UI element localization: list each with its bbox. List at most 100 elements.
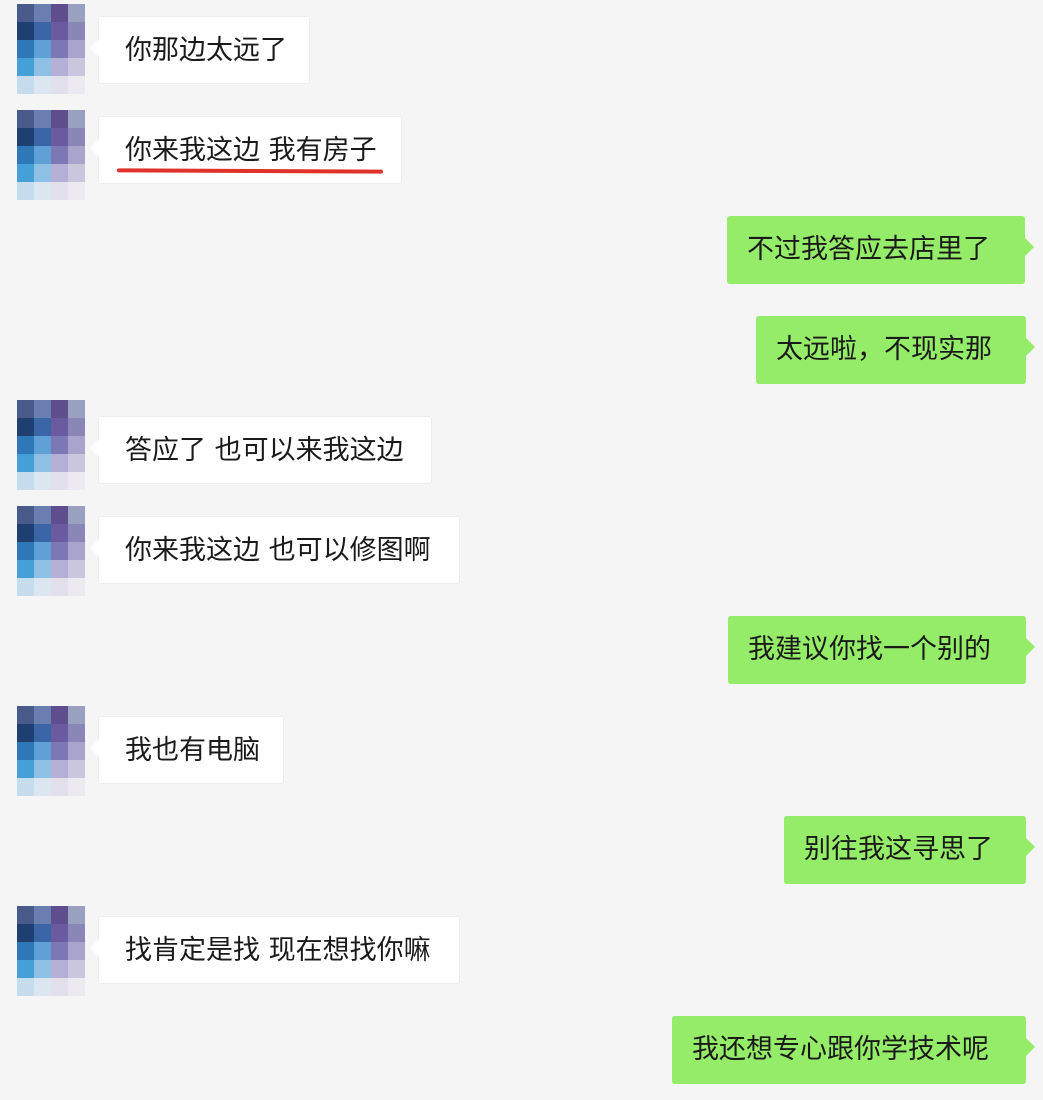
avatar-pixel xyxy=(51,924,68,942)
avatar-pixel xyxy=(51,40,68,58)
avatar-pixel xyxy=(68,182,85,200)
avatar-pixel xyxy=(68,76,85,94)
avatar-pixel xyxy=(51,436,68,454)
avatar-pixel xyxy=(51,942,68,960)
avatar-pixel xyxy=(17,58,34,76)
avatar-pixel xyxy=(17,164,34,182)
avatar-pixel xyxy=(51,4,68,22)
message-text: 太远啦，不现实那 xyxy=(776,334,992,365)
avatar-pixel xyxy=(51,960,68,978)
avatar-pixel xyxy=(34,978,51,996)
contact-avatar[interactable] xyxy=(17,906,85,996)
message-text: 我也有电脑 xyxy=(125,735,260,766)
message-text: 你来我这边 也可以修图啊 xyxy=(125,535,431,566)
avatar-pixel xyxy=(17,924,34,942)
message-bubble-incoming[interactable]: 你来我这边 也可以修图啊 xyxy=(90,516,460,584)
avatar-pixel xyxy=(68,146,85,164)
avatar-pixel xyxy=(17,472,34,490)
contact-avatar[interactable] xyxy=(17,706,85,796)
avatar-pixel xyxy=(34,22,51,40)
avatar-pixel xyxy=(51,76,68,94)
avatar-pixel xyxy=(34,942,51,960)
avatar-pixel xyxy=(17,524,34,542)
avatar-pixel xyxy=(34,542,51,560)
avatar-pixel xyxy=(68,58,85,76)
avatar-pixel xyxy=(68,128,85,146)
avatar-pixel xyxy=(51,706,68,724)
avatar-pixel xyxy=(51,164,68,182)
avatar-pixel xyxy=(51,454,68,472)
message-text: 你来我这边 我有房子 xyxy=(125,135,377,166)
avatar-pixel xyxy=(68,906,85,924)
avatar-pixel xyxy=(34,506,51,524)
avatar-pixel xyxy=(17,942,34,960)
avatar-pixel xyxy=(51,146,68,164)
message-bubble-outgoing[interactable]: 不过我答应去店里了 xyxy=(727,216,1034,284)
message-bubble-outgoing[interactable]: 我还想专心跟你学技术呢 xyxy=(672,1016,1035,1084)
avatar-pixel xyxy=(34,400,51,418)
message-bubble-outgoing[interactable]: 太远啦，不现实那 xyxy=(756,316,1035,384)
avatar-pixel xyxy=(34,706,51,724)
avatar-pixel xyxy=(17,978,34,996)
message-bubble-outgoing[interactable]: 别往我这寻思了 xyxy=(784,816,1035,884)
avatar-pixel xyxy=(68,706,85,724)
avatar-pixel xyxy=(17,454,34,472)
contact-avatar[interactable] xyxy=(17,506,85,596)
avatar-pixel xyxy=(68,22,85,40)
message-bubble-outgoing[interactable]: 我建议你找一个别的 xyxy=(728,616,1035,684)
avatar-pixel xyxy=(17,418,34,436)
avatar-pixel xyxy=(34,760,51,778)
message-bubble-incoming[interactable]: 我也有电脑 xyxy=(90,716,284,784)
avatar-pixel xyxy=(17,706,34,724)
avatar-pixel xyxy=(17,560,34,578)
avatar-pixel xyxy=(68,524,85,542)
message-bubble-incoming[interactable]: 你来我这边 我有房子 xyxy=(90,116,402,184)
avatar-pixel xyxy=(51,906,68,924)
avatar-pixel xyxy=(68,418,85,436)
avatar-pixel xyxy=(34,110,51,128)
avatar-pixel xyxy=(68,942,85,960)
message-text: 我还想专心跟你学技术呢 xyxy=(692,1034,989,1065)
avatar-pixel xyxy=(17,436,34,454)
message-text: 我建议你找一个别的 xyxy=(748,634,991,665)
avatar-pixel xyxy=(51,778,68,796)
message-bubble-incoming[interactable]: 找肯定是找 现在想找你嘛 xyxy=(90,916,460,984)
avatar-pixel xyxy=(68,778,85,796)
avatar-pixel xyxy=(17,578,34,596)
avatar-pixel xyxy=(34,924,51,942)
avatar-pixel xyxy=(68,742,85,760)
avatar-pixel xyxy=(68,760,85,778)
avatar-pixel xyxy=(17,760,34,778)
avatar-pixel xyxy=(34,524,51,542)
avatar-pixel xyxy=(34,128,51,146)
avatar-pixel xyxy=(34,724,51,742)
avatar-pixel xyxy=(17,146,34,164)
avatar-pixel xyxy=(17,182,34,200)
avatar-pixel xyxy=(34,58,51,76)
avatar-pixel xyxy=(17,906,34,924)
avatar-pixel xyxy=(68,400,85,418)
avatar-pixel xyxy=(17,128,34,146)
contact-avatar[interactable] xyxy=(17,4,85,94)
avatar-pixel xyxy=(17,742,34,760)
contact-avatar[interactable] xyxy=(17,400,85,490)
avatar-pixel xyxy=(17,724,34,742)
avatar-pixel xyxy=(68,724,85,742)
avatar-pixel xyxy=(51,182,68,200)
avatar-pixel xyxy=(51,578,68,596)
avatar-pixel xyxy=(34,76,51,94)
message-bubble-incoming[interactable]: 答应了 也可以来我这边 xyxy=(90,416,432,484)
avatar-pixel xyxy=(34,146,51,164)
avatar-pixel xyxy=(17,4,34,22)
message-bubble-incoming[interactable]: 你那边太远了 xyxy=(90,16,310,84)
avatar-pixel xyxy=(34,418,51,436)
avatar-pixel xyxy=(51,524,68,542)
contact-avatar[interactable] xyxy=(17,110,85,200)
avatar-pixel xyxy=(68,110,85,128)
avatar-pixel xyxy=(51,128,68,146)
avatar-pixel xyxy=(34,182,51,200)
avatar-pixel xyxy=(68,506,85,524)
avatar-pixel xyxy=(51,724,68,742)
avatar-pixel xyxy=(51,506,68,524)
message-text: 找肯定是找 现在想找你嘛 xyxy=(125,935,431,966)
